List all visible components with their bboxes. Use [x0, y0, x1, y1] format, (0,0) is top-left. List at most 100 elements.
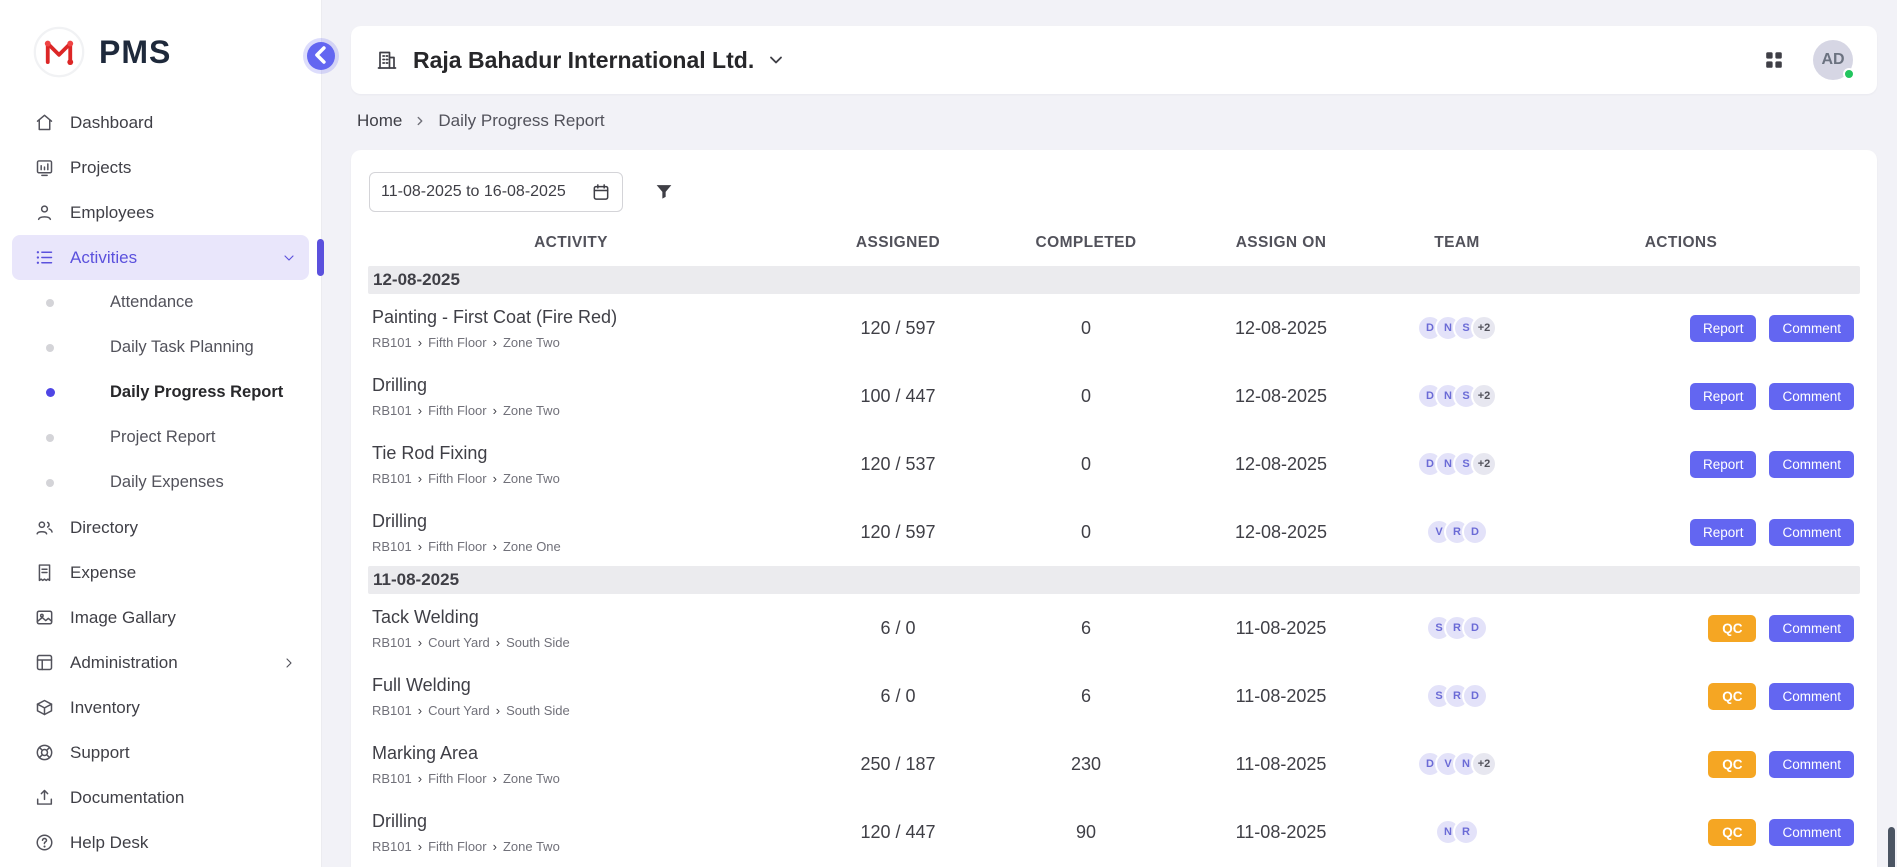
sidebar-item-support[interactable]: Support [12, 730, 309, 775]
date-range-value[interactable] [381, 183, 591, 201]
path-segment: RB101 [372, 703, 412, 718]
sidebar-subitem-daily-expenses[interactable]: Daily Expenses [0, 460, 321, 505]
comment-button[interactable]: Comment [1769, 819, 1854, 846]
sidebar-item-directory[interactable]: Directory [12, 505, 309, 550]
path-segment: RB101 [372, 471, 412, 486]
activity-table-body: 12-08-2025 Painting - First Coat (Fire R… [368, 266, 1860, 866]
activity-cell: Drilling RB101›Fifth Floor›Zone One [368, 511, 774, 554]
sidebar-collapse-button[interactable] [307, 42, 335, 70]
comment-button[interactable]: Comment [1769, 383, 1854, 410]
sidebar-subitem-attendance[interactable]: Attendance [0, 280, 321, 325]
filter-button[interactable] [653, 181, 675, 203]
assigned-value: 6 / 0 [774, 686, 1022, 707]
sidebar-item-label: Image Gallary [70, 608, 176, 628]
sidebar-item-dashboard[interactable]: Dashboard [12, 100, 309, 145]
sidebar-subitem-daily-progress-report[interactable]: Daily Progress Report [0, 370, 321, 415]
activity-path: RB101›Fifth Floor›Zone Two [372, 771, 774, 786]
activity-row: Painting - First Coat (Fire Red) RB101›F… [368, 294, 1860, 362]
qc-button[interactable]: QC [1708, 819, 1756, 846]
sidebar-item-expense[interactable]: Expense [12, 550, 309, 595]
filter-icon [653, 181, 675, 203]
path-segment: Zone One [503, 539, 561, 554]
sidebar-item-activities[interactable]: Activities [12, 235, 309, 280]
activity-title: Drilling [372, 511, 774, 532]
comment-button[interactable]: Comment [1769, 683, 1854, 710]
apps-grid-icon [1763, 49, 1785, 71]
sidebar-item-administration[interactable]: Administration [12, 640, 309, 685]
activity-title: Marking Area [372, 743, 774, 764]
actions-cell: Report Comment [1502, 315, 1860, 342]
activity-title: Full Welding [372, 675, 774, 696]
activity-cell: Tie Rod Fixing RB101›Fifth Floor›Zone Tw… [368, 443, 774, 486]
sidebar-item-image-gallary[interactable]: Image Gallary [12, 595, 309, 640]
path-segment: Fifth Floor [428, 403, 487, 418]
report-button[interactable]: Report [1690, 315, 1757, 342]
assign-on-value: 12-08-2025 [1150, 454, 1412, 475]
activities-icon [34, 247, 55, 268]
avatar[interactable]: AD [1813, 40, 1853, 80]
chevron-left-icon [307, 41, 335, 72]
sidebar-item-help-desk[interactable]: Help Desk [12, 820, 309, 865]
chevron-right-icon: › [493, 539, 497, 554]
completed-value: 230 [1022, 754, 1150, 775]
path-segment: South Side [506, 635, 570, 650]
assign-on-value: 12-08-2025 [1150, 386, 1412, 407]
comment-button[interactable]: Comment [1769, 315, 1854, 342]
qc-button[interactable]: QC [1708, 683, 1756, 710]
comment-button[interactable]: Comment [1769, 451, 1854, 478]
path-segment: Fifth Floor [428, 539, 487, 554]
breadcrumb-home[interactable]: Home [357, 111, 402, 131]
team-cell: DNS+2 [1412, 315, 1502, 341]
helpdesk-icon [34, 832, 55, 853]
assigned-value: 120 / 597 [774, 522, 1022, 543]
qc-button[interactable]: QC [1708, 751, 1756, 778]
path-segment: Zone Two [503, 403, 560, 418]
path-segment: Fifth Floor [428, 335, 487, 350]
date-group-header: 12-08-2025 [368, 266, 1860, 294]
path-segment: Zone Two [503, 471, 560, 486]
report-button[interactable]: Report [1690, 383, 1757, 410]
sidebar-item-label: Dashboard [70, 113, 153, 133]
sidebar-subitem-daily-task-planning[interactable]: Daily Task Planning [0, 325, 321, 370]
activity-path: RB101›Court Yard›South Side [372, 703, 774, 718]
qc-button[interactable]: QC [1708, 615, 1756, 642]
activity-row: Drilling RB101›Fifth Floor›Zone One 120 … [368, 498, 1860, 566]
path-segment: Zone Two [503, 771, 560, 786]
activity-title: Painting - First Coat (Fire Red) [372, 307, 774, 328]
comment-button[interactable]: Comment [1769, 519, 1854, 546]
sidebar-item-employees[interactable]: Employees [12, 190, 309, 235]
team-cell: NR [1412, 819, 1502, 845]
company-selector[interactable]: Raja Bahadur International Ltd. [375, 47, 786, 74]
team-cell: SRD [1412, 615, 1502, 641]
comment-button[interactable]: Comment [1769, 615, 1854, 642]
sidebar-item-inventory[interactable]: Inventory [12, 685, 309, 730]
expense-icon [34, 562, 55, 583]
chevron-right-icon: › [496, 635, 500, 650]
chevron-down-icon [766, 50, 786, 70]
chevron-right-icon: › [418, 635, 422, 650]
sidebar-item-label: Documentation [70, 788, 184, 808]
sidebar-subitem-project-report[interactable]: Project Report [0, 415, 321, 460]
logo: PMS [0, 0, 321, 100]
sidebar-item-documentation[interactable]: Documentation [12, 775, 309, 820]
scrollbar-thumb[interactable] [1888, 827, 1895, 867]
support-icon [34, 742, 55, 763]
breadcrumb-current: Daily Progress Report [438, 111, 604, 131]
path-segment: Fifth Floor [428, 839, 487, 854]
activity-path: RB101›Fifth Floor›Zone Two [372, 471, 774, 486]
bullet-icon [46, 344, 54, 352]
actions-cell: Report Comment [1502, 383, 1860, 410]
chevron-right-icon: › [493, 471, 497, 486]
activity-cell: Marking Area RB101›Fifth Floor›Zone Two [368, 743, 774, 786]
sidebar-item-projects[interactable]: Projects [12, 145, 309, 190]
chevron-right-icon: › [418, 771, 422, 786]
report-button[interactable]: Report [1690, 451, 1757, 478]
chevron-right-icon: › [496, 703, 500, 718]
apps-grid-button[interactable] [1763, 49, 1785, 71]
report-button[interactable]: Report [1690, 519, 1757, 546]
completed-value: 0 [1022, 454, 1150, 475]
date-range-input[interactable] [369, 172, 623, 212]
administration-icon [34, 652, 55, 673]
comment-button[interactable]: Comment [1769, 751, 1854, 778]
activity-row: Full Welding RB101›Court Yard›South Side… [368, 662, 1860, 730]
